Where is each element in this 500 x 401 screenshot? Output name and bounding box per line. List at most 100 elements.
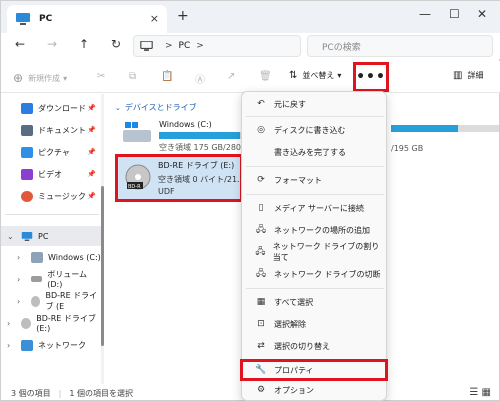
sidebar-item-bd-drive[interactable]: › BD-RE ドライブ (E:) [1,313,101,333]
sidebar-item-label: ミュージック [38,191,86,201]
sort-button[interactable]: ⇅ 並べ替え ▾ [289,70,341,81]
pin-icon[interactable]: 📌 [87,126,96,134]
sidebar-item-network[interactable]: › ネットワーク [1,335,101,355]
rename-icon[interactable]: Ⓐ [195,71,205,86]
sidebar-item-drive-e[interactable]: › BD-RE ドライブ (E [1,291,101,311]
disc-icon [31,295,41,307]
sidebar-item-videos[interactable]: ビデオ 📌 [1,164,101,184]
search-input[interactable]: PCの検索 [307,35,493,57]
new-button[interactable]: ⊕ 新規作成 ▾ [13,71,67,85]
video-icon [21,168,33,180]
sidebar-item-label: ビデオ [38,169,62,179]
cut-icon[interactable]: ✂ [97,71,105,82]
menu-item-disconnect-network-drive[interactable]: 🖧 ネットワーク ドライブの切断 [246,264,384,284]
new-tab-icon[interactable]: + [177,8,189,24]
menu-item-select-none[interactable]: ⊡ 選択解除 [246,314,384,334]
file-explorer-window: PC × + — ☐ ✕ ← → ↑ ↻ > PC > PCの検索 ⊕ 新規作成… [0,0,500,401]
disconnect-drive-icon: 🖧 [255,269,267,279]
chevron-down-icon: ▾ [63,73,68,83]
sidebar-item-drive-c[interactable]: › Windows (C:) [1,247,101,267]
navigation-pane: ダウンロード 📌 ドキュメント 📌 ピクチャ 📌 ビデオ 📌 ミュージック 📌 … [1,94,103,384]
pin-icon[interactable]: 📌 [87,170,96,178]
sidebar-item-drive-d[interactable]: › ボリューム (D:) [1,269,101,289]
details-pane-icon: ▥ [453,70,463,81]
minimize-icon[interactable]: — [419,7,431,21]
paste-icon[interactable]: 📋 [161,71,173,82]
chevron-right-icon[interactable]: › [7,319,10,328]
refresh-icon[interactable]: ↻ [107,37,125,51]
sidebar-scroll-thumb[interactable] [101,186,104,346]
chevron-right-icon: > [165,41,173,51]
picture-icon [21,146,33,158]
menu-item-options[interactable]: ⚙ オプション [246,380,384,400]
group-header[interactable]: ⌄ デバイスとドライブ [115,102,197,113]
menu-item-map-network-drive[interactable]: 🖧 ネットワーク ドライブの割り当て [246,242,384,262]
chevron-down-icon: ▾ [337,71,342,80]
download-icon [21,102,33,114]
pin-icon[interactable]: 📌 [87,148,96,156]
menu-item-media-server[interactable]: ▯ メディア サーバーに接続 [246,198,384,218]
tab-pc[interactable]: PC × [7,5,167,33]
see-more-button[interactable]: ••• [353,62,389,92]
sidebar-item-label: BD-RE ドライブ (E [45,291,98,311]
chevron-right-icon[interactable]: › [7,341,10,350]
sidebar-item-label: BD-RE ドライブ (E:) [36,314,96,333]
sidebar-item-pc[interactable]: ⌄ PC [1,226,101,246]
chevron-right-icon[interactable]: › [17,253,20,262]
sidebar-item-pictures[interactable]: ピクチャ 📌 [1,142,101,162]
menu-item-select-all[interactable]: ▦ すべて選択 [246,292,384,312]
chevron-down-icon[interactable]: ⌄ [7,232,14,241]
burn-disc-icon: ◎ [257,125,265,135]
sort-label: 並べ替え [302,71,335,80]
copy-icon[interactable]: ⧉ [129,71,136,82]
network-icon [21,339,33,351]
breadcrumb-pc[interactable]: PC [179,41,191,51]
menu-item-label: ネットワーク ドライブの割り当て [272,242,380,262]
sidebar-item-downloads[interactable]: ダウンロード 📌 [1,98,101,118]
drive-icon [31,276,43,282]
bd-drive-tile[interactable]: BD-R BD-RE ドライブ (E:) 空き領域 0 バイト/21.7 G U… [115,154,243,202]
menu-item-label: 元に戻す [274,99,306,109]
group-header-label: デバイスとドライブ [124,103,197,112]
view-toggle-icons[interactable]: ☰ ▦ [469,387,491,398]
close-icon[interactable]: ✕ [477,7,487,21]
menu-item-label: オプション [274,385,314,395]
menu-item-label: すべて選択 [274,297,314,307]
menu-item-burn-disc[interactable]: ◎ ディスクに書き込む [246,120,384,140]
gear-icon: ⚙ [256,385,266,395]
menu-item-add-network-location[interactable]: 🖧 ネットワークの場所の追加 [246,220,384,240]
chevron-right-icon[interactable]: › [17,297,20,306]
forward-icon[interactable]: → [43,37,61,51]
chevron-right-icon[interactable]: > [196,41,204,51]
details-button[interactable]: ▥ 詳細 [453,70,483,81]
command-bar: ⊕ 新規作成 ▾ ✂ ⧉ 📋 Ⓐ ↗ 🗑 ⇅ 並べ替え ▾ ••• ▥ 詳細 [1,61,500,93]
delete-icon[interactable]: 🗑 [259,71,272,82]
bd-drive-filesystem: UDF [158,187,175,196]
address-bar[interactable]: > PC > [133,35,301,57]
menu-item-label: フォーマット [274,175,322,185]
pin-icon[interactable]: 📌 [87,104,96,112]
menu-item-invert-selection[interactable]: ⇄ 選択の切り替え [246,336,384,356]
pin-icon[interactable]: 📌 [87,192,96,200]
menu-item-undo[interactable]: ↶ 元に戻す [246,94,384,114]
pc-icon [140,41,153,51]
back-icon[interactable]: ← [11,37,29,51]
menu-item-label: ネットワークの場所の追加 [274,225,370,235]
item-count: 3 個の項目 [11,388,51,398]
drive-d-usage-bar [391,125,499,132]
up-icon[interactable]: ↑ [75,37,93,51]
sidebar-item-documents[interactable]: ドキュメント 📌 [1,120,101,140]
menu-item-finish-burning[interactable]: 書き込みを完了する [246,142,384,162]
share-icon[interactable]: ↗ [227,71,235,82]
maximize-icon[interactable]: ☐ [449,7,460,21]
pc-icon [16,13,30,25]
menu-item-label: ネットワーク ドライブの切断 [274,269,381,279]
sort-icon: ⇅ [289,70,298,81]
sidebar-item-music[interactable]: ミュージック 📌 [1,186,101,206]
tab-close-icon[interactable]: × [150,12,159,25]
menu-item-label: ディスクに書き込む [274,125,346,135]
divider [246,116,384,117]
menu-item-format[interactable]: ⟳ フォーマット [246,170,384,190]
drive-icon [31,251,43,263]
chevron-right-icon[interactable]: › [17,275,20,284]
